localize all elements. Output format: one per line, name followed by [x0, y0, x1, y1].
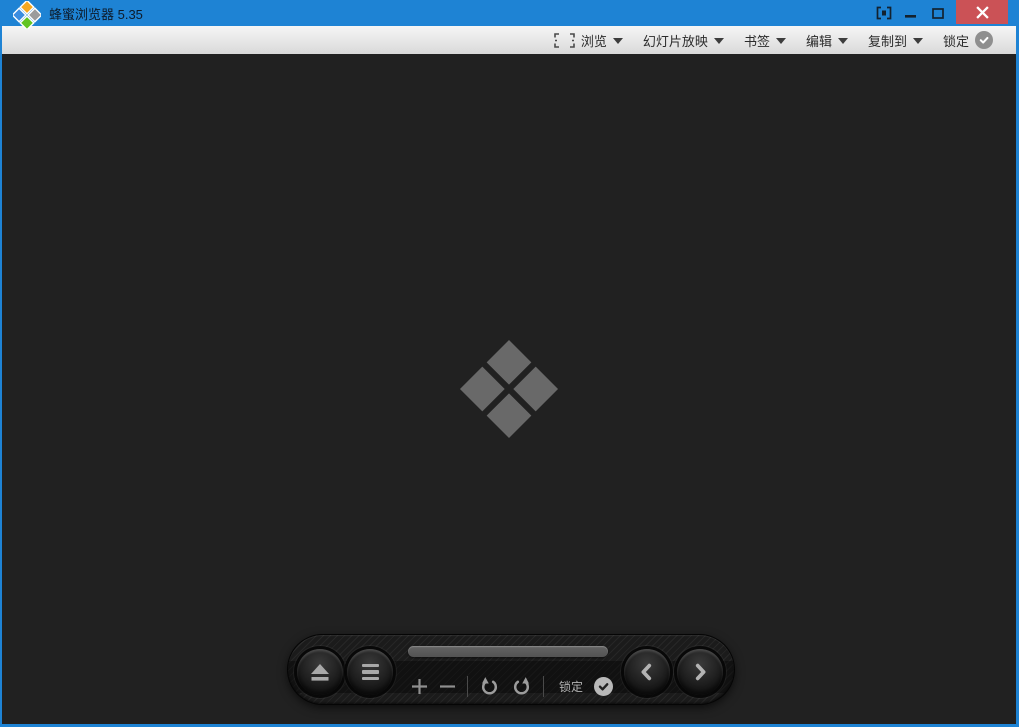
eject-icon: [309, 662, 331, 682]
rotate-right-icon[interactable]: [511, 676, 532, 697]
toolbar-item-label: 幻灯片放映: [643, 31, 708, 50]
window-controls: [870, 0, 1016, 26]
minimize-button[interactable]: [897, 0, 924, 26]
zoom-slider[interactable]: [408, 646, 608, 657]
chevron-left-icon: [636, 661, 658, 683]
toolbar-item-label: 锁定: [943, 31, 969, 50]
toolbar-item-label: 书签: [744, 31, 770, 50]
toolbar-item-browse[interactable]: 浏览: [554, 31, 623, 50]
toolbar-item-label: 复制到: [868, 31, 907, 50]
toolbar-item-lock[interactable]: 锁定: [943, 31, 993, 50]
middle-controls: 锁定: [411, 672, 613, 700]
marquee-icon: [554, 33, 575, 48]
titlebar: 蜂蜜浏览器 5.35: [2, 0, 1016, 26]
next-button[interactable]: [677, 649, 723, 695]
chevron-down-icon: [714, 38, 724, 44]
close-icon: [976, 6, 989, 19]
lock-check-circle-icon[interactable]: [594, 677, 613, 696]
fullscreen-button[interactable]: [870, 0, 897, 26]
minimize-icon: [905, 15, 916, 18]
app-logo-icon: [13, 1, 41, 29]
bottom-control-bar: 锁定: [288, 635, 734, 704]
toolbar-item-bookmarks[interactable]: 书签: [744, 31, 786, 50]
window-title: 蜂蜜浏览器 5.35: [49, 4, 143, 23]
close-button[interactable]: [956, 0, 1008, 24]
toolbar-item-copy-to[interactable]: 复制到: [868, 31, 923, 50]
toolbar-item-slideshow[interactable]: 幻灯片放映: [643, 31, 724, 50]
chevron-right-icon: [689, 661, 711, 683]
zoom-in-icon[interactable]: [411, 678, 428, 695]
toolbar-item-edit[interactable]: 编辑: [806, 31, 848, 50]
fullscreen-icon: [876, 6, 892, 20]
maximize-button[interactable]: [924, 0, 951, 26]
chevron-down-icon: [913, 38, 923, 44]
maximize-icon: [932, 8, 944, 19]
divider: [467, 676, 468, 697]
chevron-down-icon: [613, 38, 623, 44]
lock-label: 锁定: [559, 678, 583, 695]
chevron-down-icon: [776, 38, 786, 44]
previous-button[interactable]: [624, 649, 670, 695]
menu-icon: [362, 664, 379, 681]
viewer-canvas: 锁定: [2, 54, 1016, 724]
toolbar-item-label: 浏览: [581, 31, 607, 50]
divider: [543, 676, 544, 697]
toolbar: 浏览 幻灯片放映 书签 编辑 复制到 锁定: [2, 26, 1016, 54]
eject-button[interactable]: [297, 649, 343, 695]
toolbar-item-label: 编辑: [806, 31, 832, 50]
zoom-out-icon[interactable]: [439, 678, 456, 695]
check-circle-icon: [975, 31, 993, 49]
placeholder-logo-icon: [458, 338, 560, 440]
rotate-left-icon[interactable]: [479, 676, 500, 697]
app-window: 蜂蜜浏览器 5.35: [0, 0, 1019, 727]
menu-button[interactable]: [347, 649, 393, 695]
chevron-down-icon: [838, 38, 848, 44]
